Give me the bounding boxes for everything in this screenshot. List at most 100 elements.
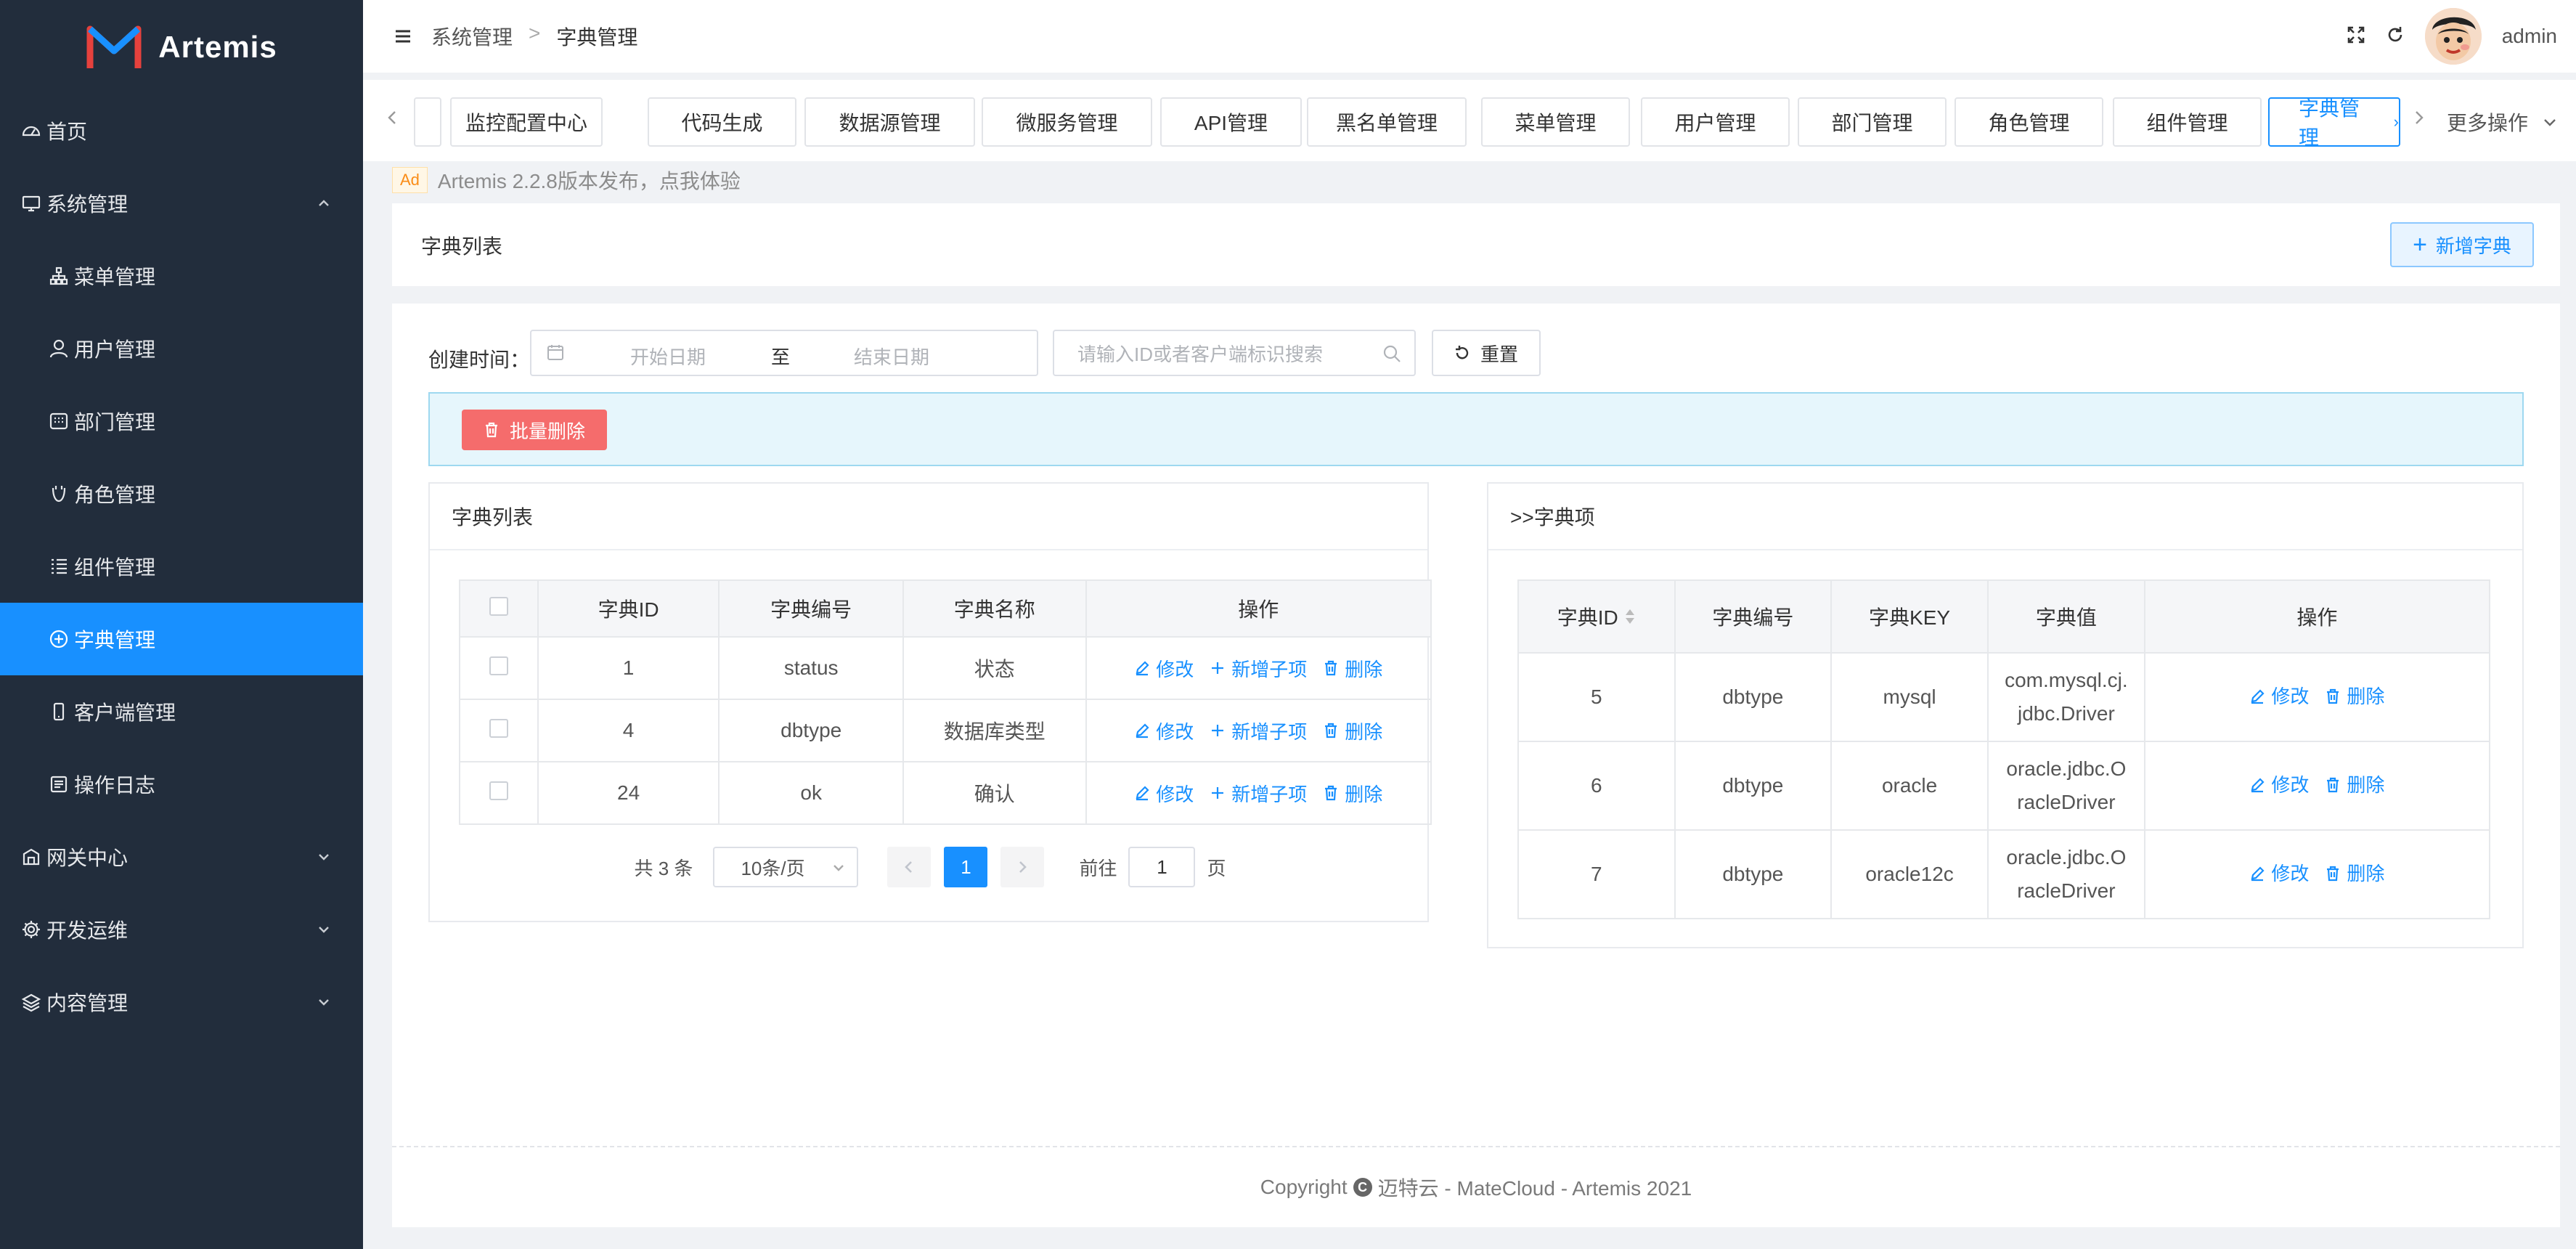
table-row[interactable]: 7 dbtype oracle12c oracle.jdbc.O racleDri… xyxy=(1517,829,2491,919)
start-date-input[interactable]: 开始日期 xyxy=(630,343,706,370)
sidebar-item-client[interactable]: 客户端管理 xyxy=(0,675,363,748)
refresh-icon[interactable] xyxy=(2386,25,2405,48)
row-checkbox[interactable] xyxy=(489,656,508,675)
goto-page-input[interactable]: 1 xyxy=(1128,847,1196,887)
department-icon xyxy=(48,410,70,432)
chevron-down-icon xyxy=(2544,119,2556,126)
tab-menu[interactable]: 菜单管理 xyxy=(1481,97,1630,147)
sort-icon[interactable] xyxy=(1624,607,1636,631)
edit-button[interactable]: 修改 xyxy=(2249,768,2309,802)
tab-department[interactable]: 部门管理 xyxy=(1798,97,1947,147)
delete-button[interactable]: 删除 xyxy=(1323,655,1382,682)
end-date-input[interactable]: 结束日期 xyxy=(854,343,929,370)
main-card: 创建时间： 开始日期 至 结束日期 请输入ID或者客户端标识搜索 重置 批量删除… xyxy=(392,304,2560,1146)
edit-button[interactable]: 修改 xyxy=(1134,717,1194,744)
tab-partial[interactable] xyxy=(414,97,441,147)
cell-id: 4 xyxy=(537,699,720,762)
sidebar-item-home[interactable]: 首页 xyxy=(0,94,363,167)
ad-text[interactable]: Artemis 2.2.8版本发布，点我体验 xyxy=(438,166,741,195)
column-header: 操作 xyxy=(1085,579,1432,638)
sidebar-item-devops[interactable]: 开发运维 xyxy=(0,893,363,966)
table-row[interactable]: 24 ok 确认 修改 新增子项 删除 xyxy=(459,761,1432,825)
tab-code-gen[interactable]: 代码生成 xyxy=(648,97,796,147)
breadcrumb: 系统管理 > 字典管理 xyxy=(431,22,637,51)
tab-close-icon[interactable]: › xyxy=(2394,113,2399,131)
column-header-id[interactable]: 字典ID xyxy=(1517,579,1676,654)
edit-button[interactable]: 修改 xyxy=(1134,780,1194,807)
sidebar-item-department[interactable]: 部门管理 xyxy=(0,385,363,457)
table-row[interactable]: 5 dbtype mysql com.mysql.cj. jdbc.Driver … xyxy=(1517,652,2491,742)
prev-page-button[interactable] xyxy=(887,847,932,887)
fullscreen-icon[interactable] xyxy=(2347,25,2365,48)
sidebar-item-oplog[interactable]: 操作日志 xyxy=(0,748,363,821)
edit-button[interactable]: 修改 xyxy=(1134,655,1194,682)
tab-component[interactable]: 组件管理 xyxy=(2113,97,2262,147)
tab-api[interactable]: API管理 xyxy=(1160,97,1302,147)
gateway-icon xyxy=(20,846,42,868)
delete-button[interactable]: 删除 xyxy=(2325,768,2384,802)
breadcrumb-separator: > xyxy=(529,22,541,44)
dictionary-table: 字典ID 字典编号 字典名称 操作 1 status 状态 修改 新增子项 删除 xyxy=(459,579,1432,825)
dictionary-items-panel: >>字典项 字典ID 字典编号 字典KEY 字典值 操作 5 dbtype my… xyxy=(1487,482,2524,948)
delete-button[interactable]: 删除 xyxy=(2325,680,2384,713)
batch-delete-button[interactable]: 批量删除 xyxy=(462,410,607,450)
search-input[interactable]: 请输入ID或者客户端标识搜索 xyxy=(1053,330,1416,376)
tabs-scroll-left-icon[interactable] xyxy=(382,107,404,129)
sidebar-item-component[interactable]: 组件管理 xyxy=(0,530,363,603)
sidebar-item-content[interactable]: 内容管理 xyxy=(0,966,363,1038)
sidebar-item-dictionary[interactable]: 字典管理 xyxy=(0,603,363,675)
page-number-button[interactable]: 1 xyxy=(944,847,988,887)
add-dictionary-button[interactable]: + 新增字典 xyxy=(2390,222,2534,267)
next-page-button[interactable] xyxy=(1000,847,1045,887)
page-size-select[interactable]: 10条/页 xyxy=(713,847,859,887)
delete-button[interactable]: 删除 xyxy=(1323,717,1382,744)
username[interactable]: admin xyxy=(2502,25,2557,48)
tabs-scroll-right-icon[interactable] xyxy=(2409,107,2431,129)
logo[interactable]: Artemis xyxy=(0,0,363,94)
goto-page: 前往 1 页 xyxy=(1079,847,1226,887)
row-checkbox[interactable] xyxy=(489,781,508,800)
tab-dictionary[interactable]: 字典管理 › xyxy=(2268,97,2400,149)
avatar[interactable] xyxy=(2424,8,2482,65)
cell-ops: 修改 新增子项 删除 xyxy=(1085,636,1432,700)
more-operations-dropdown[interactable]: 更多操作 xyxy=(2447,97,2559,147)
table-row[interactable]: 4 dbtype 数据库类型 修改 新增子项 删除 xyxy=(459,699,1432,762)
tab-user[interactable]: 用户管理 xyxy=(1641,97,1790,147)
edit-button[interactable]: 修改 xyxy=(2249,680,2309,713)
sidebar-item-label: 角色管理 xyxy=(74,484,156,506)
cell-code: dbtype xyxy=(1674,829,1833,919)
tab-datasource[interactable]: 数据源管理 xyxy=(804,97,975,147)
sidebar-item-system[interactable]: 系统管理 xyxy=(0,167,363,240)
ad-banner[interactable]: Ad Artemis 2.2.8版本发布，点我体验 xyxy=(392,166,741,195)
table-row[interactable]: 6 dbtype oracle oracle.jdbc.O racleDriver… xyxy=(1517,741,2491,831)
reset-button[interactable]: 重置 xyxy=(1432,330,1541,376)
row-checkbox[interactable] xyxy=(489,718,508,738)
hamburger-icon[interactable] xyxy=(394,27,412,46)
sidebar-item-user[interactable]: 用户管理 xyxy=(0,312,363,385)
sidebar-item-menu[interactable]: 菜单管理 xyxy=(0,240,363,312)
search-icon[interactable] xyxy=(1382,344,1401,363)
sidebar-item-role[interactable]: 角色管理 xyxy=(0,457,363,530)
sidebar-item-gateway[interactable]: 网关中心 xyxy=(0,821,363,893)
tab-microservice[interactable]: 微服务管理 xyxy=(982,97,1152,147)
sidebar-item-label: 用户管理 xyxy=(74,338,156,361)
gear-icon xyxy=(20,919,42,940)
breadcrumb-item[interactable]: 系统管理 xyxy=(431,22,513,51)
delete-button[interactable]: 删除 xyxy=(1323,780,1382,807)
add-child-button[interactable]: 新增子项 xyxy=(1210,655,1307,682)
footer-text: 迈特云 - MateCloud - Artemis 2021 xyxy=(1377,1177,1692,1200)
tab-role[interactable]: 角色管理 xyxy=(1955,97,2103,147)
trash-icon xyxy=(1325,660,1337,676)
edit-button[interactable]: 修改 xyxy=(2249,857,2309,890)
table-row[interactable]: 1 status 状态 修改 新增子项 删除 xyxy=(459,636,1432,700)
date-range-picker[interactable]: 开始日期 至 结束日期 xyxy=(530,330,1038,376)
sidebar-item-label: 菜单管理 xyxy=(74,266,156,288)
tab-monitor-config[interactable]: 监控配置中心 xyxy=(450,97,603,147)
add-child-button[interactable]: 新增子项 xyxy=(1210,780,1307,807)
tab-blacklist[interactable]: 黑名单管理 xyxy=(1307,97,1467,147)
page-title: 字典列表 xyxy=(421,235,503,258)
more-operations-label: 更多操作 xyxy=(2446,112,2528,134)
select-all-checkbox[interactable] xyxy=(489,596,508,616)
delete-button[interactable]: 删除 xyxy=(2325,857,2384,890)
add-child-button[interactable]: 新增子项 xyxy=(1210,717,1307,744)
